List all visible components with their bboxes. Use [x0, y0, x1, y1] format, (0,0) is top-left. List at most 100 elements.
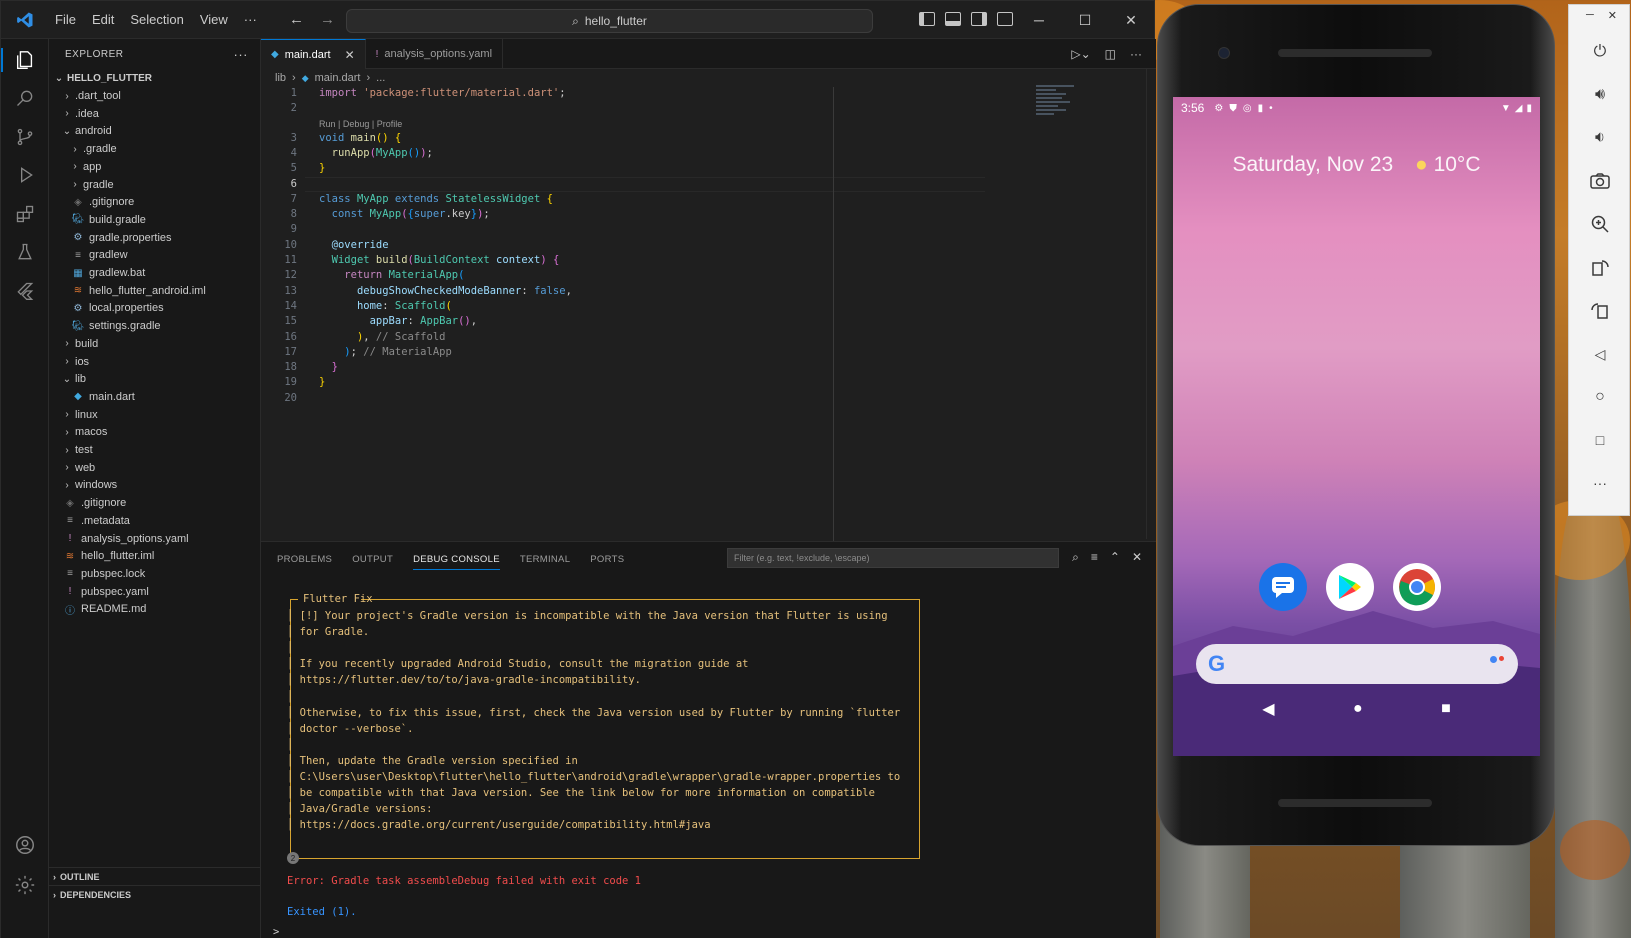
- breadcrumb-symbol[interactable]: ...: [376, 72, 385, 84]
- breadcrumb-folder[interactable]: lib: [275, 72, 286, 84]
- forward-arrow-icon[interactable]: →: [320, 11, 335, 28]
- volume-down-icon[interactable]: 🔉︎: [1589, 127, 1611, 149]
- play-store-app-icon[interactable]: [1326, 563, 1374, 611]
- search-icon[interactable]: ⌕: [1072, 550, 1079, 565]
- tree-folder[interactable]: › app: [49, 158, 261, 176]
- close-window-icon[interactable]: ✕: [1608, 9, 1617, 31]
- panel-tab-terminal[interactable]: TERMINAL: [520, 554, 570, 565]
- minimize-icon[interactable]: ─: [1016, 1, 1062, 39]
- minimize-icon[interactable]: ─: [1586, 9, 1594, 31]
- tree-folder[interactable]: › macos: [49, 423, 261, 441]
- home-icon[interactable]: ○: [1589, 386, 1611, 408]
- menu-item[interactable]: Edit: [84, 8, 122, 31]
- tree-file[interactable]: ≡ gradlew: [49, 246, 261, 264]
- menu-item[interactable]: File: [47, 8, 84, 31]
- tree-file[interactable]: ≡ pubspec.lock: [49, 565, 261, 583]
- overview-icon[interactable]: □: [1589, 429, 1611, 451]
- tree-file[interactable]: ≋ hello_flutter.iml: [49, 547, 261, 565]
- explorer-root-folder[interactable]: ⌄ HELLO_FLUTTER: [49, 69, 261, 87]
- close-tab-icon[interactable]: ✕: [345, 48, 355, 62]
- back-button-icon[interactable]: ◀: [1262, 699, 1274, 719]
- menu-item[interactable]: View: [192, 8, 236, 31]
- tree-folder[interactable]: › .dart_tool: [49, 87, 261, 105]
- messages-app-icon[interactable]: [1259, 563, 1307, 611]
- toggle-panel-icon[interactable]: [945, 12, 961, 26]
- back-icon[interactable]: ◁: [1589, 343, 1611, 365]
- run-debug-dropdown-icon[interactable]: ▷⌄: [1071, 47, 1090, 61]
- more-actions-icon[interactable]: ···: [1130, 47, 1142, 61]
- chrome-app-icon[interactable]: [1393, 563, 1441, 611]
- tree-file[interactable]: ! pubspec.yaml: [49, 583, 261, 601]
- home-button-icon[interactable]: ●: [1353, 700, 1363, 718]
- tree-file[interactable]: ⚙ gradle.properties: [49, 229, 261, 247]
- source-control-icon[interactable]: [13, 125, 37, 149]
- menu-item[interactable]: ···: [236, 8, 265, 31]
- tree-file[interactable]: ≋ hello_flutter_android.iml: [49, 282, 261, 300]
- tree-folder[interactable]: › .idea: [49, 105, 261, 123]
- tree-folder[interactable]: › windows: [49, 476, 261, 494]
- maximize-panel-icon[interactable]: ⌃: [1110, 550, 1120, 565]
- outline-section[interactable]: › OUTLINE: [49, 867, 261, 885]
- tree-folder[interactable]: › linux: [49, 406, 261, 424]
- run-debug-icon[interactable]: [13, 163, 37, 187]
- back-arrow-icon[interactable]: ←: [289, 11, 304, 28]
- close-window-icon[interactable]: ✕: [1108, 1, 1154, 39]
- accounts-icon[interactable]: [13, 833, 37, 857]
- tree-folder[interactable]: › web: [49, 459, 261, 477]
- more-actions-icon[interactable]: ···: [234, 47, 249, 62]
- minimap[interactable]: [1036, 85, 1078, 121]
- zoom-icon[interactable]: [1589, 213, 1611, 235]
- close-panel-icon[interactable]: ✕: [1132, 550, 1142, 565]
- debug-console-output[interactable]: Flutter Fix │ [!] Your project's Gradle …: [261, 576, 1156, 938]
- console-filter-input[interactable]: Filter (e.g. text, !exclude, \escape): [727, 548, 1059, 568]
- google-assistant-icon[interactable]: [1490, 656, 1504, 663]
- tree-file[interactable]: 🐘︎ settings.gradle: [49, 317, 261, 335]
- more-icon[interactable]: ···: [1589, 472, 1611, 494]
- date-weather-widget[interactable]: Saturday, Nov 23 ● 10°C: [1173, 153, 1540, 177]
- tree-file[interactable]: 🐘︎ build.gradle: [49, 211, 261, 229]
- manage-gear-icon[interactable]: [13, 873, 37, 897]
- toggle-primary-sidebar-icon[interactable]: [919, 12, 935, 26]
- testing-icon[interactable]: [13, 240, 37, 264]
- tree-file[interactable]: ◈ .gitignore: [49, 193, 261, 211]
- volume-up-icon[interactable]: 🔊︎: [1589, 84, 1611, 106]
- tree-folder[interactable]: › test: [49, 441, 261, 459]
- panel-tab-ports[interactable]: PORTS: [590, 554, 624, 565]
- tab-main-dart[interactable]: ◆ main.dart ✕: [261, 39, 366, 69]
- rotate-left-icon[interactable]: [1589, 257, 1611, 279]
- menu-item[interactable]: Selection: [122, 8, 191, 31]
- tree-file[interactable]: ◆ main.dart: [49, 388, 261, 406]
- maximize-icon[interactable]: ☐: [1062, 1, 1108, 39]
- google-search-bar[interactable]: G: [1196, 644, 1518, 684]
- dependencies-section[interactable]: › DEPENDENCIES: [49, 885, 261, 903]
- console-input-prompt[interactable]: >: [273, 926, 279, 938]
- flutter-icon[interactable]: [13, 279, 37, 303]
- breadcrumb-file[interactable]: main.dart: [315, 72, 361, 84]
- extensions-icon[interactable]: [13, 202, 37, 226]
- tree-file[interactable]: ! analysis_options.yaml: [49, 530, 261, 548]
- panel-tab-output[interactable]: OUTPUT: [352, 554, 393, 565]
- tree-file[interactable]: ◈ .gitignore: [49, 494, 261, 512]
- clear-console-icon[interactable]: ≡: [1091, 550, 1098, 565]
- recents-button-icon[interactable]: ■: [1441, 700, 1451, 718]
- split-editor-icon[interactable]: ◫: [1105, 47, 1116, 61]
- run-debug-codelens[interactable]: Run | Debug | Profile: [319, 119, 402, 129]
- tree-folder[interactable]: › .gradle: [49, 140, 261, 158]
- panel-tab-debug-console[interactable]: DEBUG CONSOLE: [413, 554, 500, 570]
- tree-file[interactable]: ⓘ README.md: [49, 600, 261, 618]
- tab-analysis-options[interactable]: ! analysis_options.yaml: [366, 39, 504, 69]
- emulator-screen[interactable]: 3:56 ⚙ ⛊ ◎ ▮ • ▼ ◢ ▮ Saturday, Nov 23 ● …: [1173, 97, 1540, 756]
- tree-file[interactable]: ▦ gradlew.bat: [49, 264, 261, 282]
- tree-folder[interactable]: ⌄ android: [49, 122, 261, 140]
- customize-layout-icon[interactable]: [997, 12, 1013, 26]
- panel-tab-problems[interactable]: PROBLEMS: [277, 554, 332, 565]
- power-icon[interactable]: ⏻: [1589, 41, 1611, 63]
- tree-folder[interactable]: ⌄ lib: [49, 370, 261, 388]
- camera-icon[interactable]: [1589, 170, 1611, 192]
- toggle-secondary-sidebar-icon[interactable]: [971, 12, 987, 26]
- tree-folder[interactable]: › ios: [49, 353, 261, 371]
- tree-file[interactable]: ≡ .metadata: [49, 512, 261, 530]
- tree-folder[interactable]: › build: [49, 335, 261, 353]
- tree-folder[interactable]: › gradle: [49, 176, 261, 194]
- explorer-icon[interactable]: [13, 48, 37, 72]
